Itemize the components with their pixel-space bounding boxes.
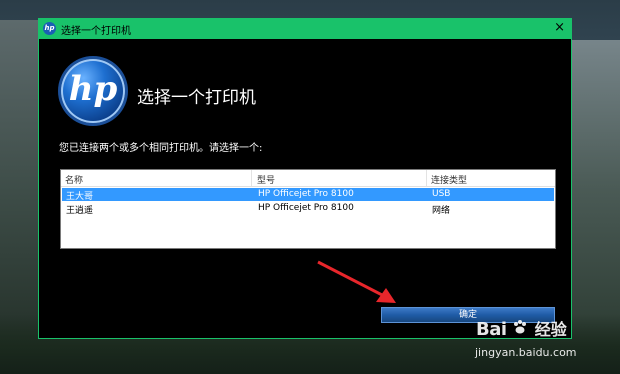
printer-connection: 网络 bbox=[432, 206, 451, 216]
column-header-name[interactable]: 名称 bbox=[65, 173, 83, 186]
printer-name: 王逍遥 bbox=[66, 206, 94, 216]
printer-model: HP Officejet Pro 8100 bbox=[258, 189, 354, 199]
watermark-url: jingyan.baidu.com bbox=[475, 346, 577, 359]
list-header: 名称 型号 连接类型 bbox=[61, 170, 555, 187]
printer-connection: USB bbox=[432, 189, 451, 199]
baidu-paw-icon bbox=[513, 320, 526, 334]
column-header-model[interactable]: 型号 bbox=[257, 173, 275, 186]
dialog-heading: 选择一个打印机 bbox=[137, 88, 256, 108]
window-title: 选择一个打印机 bbox=[61, 26, 131, 37]
printer-list[interactable]: 名称 型号 连接类型 王大哥 HP Officejet Pro 8100 USB… bbox=[60, 169, 556, 249]
printer-model: HP Officejet Pro 8100 bbox=[258, 203, 354, 213]
baidu-jingyan-text: 经验 bbox=[534, 320, 567, 339]
instruction-text: 您已连接两个或多个相同打印机。请选择一个: bbox=[59, 143, 263, 154]
printer-select-dialog: hp 选择一个打印机 × hp 选择一个打印机 您已连接两个或多个相同打印机。请… bbox=[38, 18, 572, 339]
close-icon[interactable]: × bbox=[554, 20, 565, 35]
list-row[interactable]: 王逍遥 HP Officejet Pro 8100 网络 bbox=[62, 202, 554, 216]
column-divider[interactable] bbox=[426, 170, 427, 186]
hp-logo-icon: hp bbox=[61, 59, 125, 123]
column-header-connection[interactable]: 连接类型 bbox=[431, 173, 467, 186]
list-row-selected[interactable]: 王大哥 HP Officejet Pro 8100 USB bbox=[62, 188, 554, 202]
baidu-brand-text: Bai bbox=[476, 319, 507, 340]
hp-small-logo-icon: hp bbox=[43, 22, 56, 35]
title-bar[interactable]: hp 选择一个打印机 × bbox=[39, 19, 571, 39]
hp-logo-text: hp bbox=[68, 69, 118, 109]
baidu-watermark: Bai 经验 bbox=[476, 316, 567, 340]
printer-name: 王大哥 bbox=[66, 192, 94, 202]
column-divider[interactable] bbox=[251, 170, 252, 186]
